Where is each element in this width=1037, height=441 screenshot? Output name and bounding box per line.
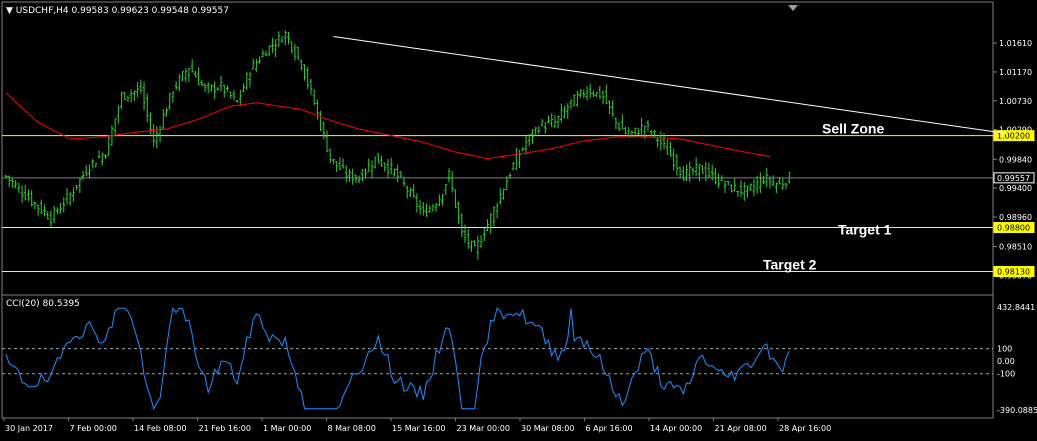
candle-series (4, 30, 791, 260)
time-tick-label: 23 Mar 00:00 (457, 424, 510, 433)
chart-svg: 1.016101.011701.007301.002900.998400.994… (1, 1, 1037, 433)
annotation-t2: Target 2 (763, 256, 817, 272)
time-tick-label: 30 Jan 2017 (5, 424, 53, 433)
annotation-sell: Sell Zone (822, 121, 884, 137)
ohlc-values: 0.99583 0.99623 0.99548 0.99557 (71, 6, 229, 16)
symbol-header[interactable]: ▼ USDCHF,H4 0.99583 0.99623 0.99548 0.99… (6, 6, 229, 16)
time-tick-label: 28 Apr 16:00 (779, 424, 831, 433)
time-axis: 30 Jan 2017 7 Feb 00:00 14 Feb 08:00 21 Feb… (3, 418, 831, 433)
price-tick-label: 1.00730 (999, 97, 1032, 106)
price-axis: 1.016101.011701.007301.002900.998400.994… (993, 39, 1032, 280)
level-price-label: 0.99557 (997, 174, 1030, 183)
chart-shift-marker-icon[interactable] (788, 5, 798, 11)
price-tick-label: 0.98510 (999, 243, 1032, 252)
time-tick-label: 8 Mar 08:00 (328, 424, 376, 433)
level-price-label: 0.98800 (997, 224, 1030, 233)
cci-panel-plot: 432.8441 100 0.00 -100 -390.0885 (2, 303, 1037, 415)
time-tick-label: 14 Apr 00:00 (650, 424, 702, 433)
price-tick-label: 1.01170 (999, 68, 1032, 77)
level-price-label: 0.98130 (997, 267, 1030, 276)
triangle-down-icon[interactable]: ▼ (6, 6, 13, 16)
time-tick-label: 7 Feb 00:00 (70, 424, 117, 433)
ma-polyline (5, 92, 771, 160)
symbol-label: USDCHF,H4 (15, 6, 69, 16)
price-tick-label: 0.98960 (999, 213, 1032, 222)
annotation-t1: Target 1 (838, 222, 892, 238)
cci-tick-label: -390.0885 (997, 406, 1037, 415)
moving-average-line (5, 92, 771, 160)
price-tick-label: 0.99840 (999, 155, 1032, 164)
trendline-segment[interactable] (333, 36, 1008, 135)
time-tick-label: 1 Mar 00:00 (263, 424, 311, 433)
time-tick-label: 14 Feb 08:00 (134, 424, 186, 433)
highlighted-levels: 1.002000.995570.988000.98130 (2, 130, 1035, 277)
price-tick-label: 1.01610 (999, 39, 1032, 48)
cci-polyline (5, 307, 790, 411)
cci-tick-label: 0.00 (997, 357, 1015, 366)
time-tick-label: 15 Mar 16:00 (392, 424, 445, 433)
cci-tick-label: 432.8441 (997, 303, 1035, 312)
time-tick-label: 30 Mar 08:00 (521, 424, 574, 433)
time-tick-label: 21 Feb 16:00 (199, 424, 251, 433)
price-tick-label: 0.99400 (999, 184, 1032, 193)
annotations: Sell Zone Target 1 Target 2 (763, 121, 892, 273)
time-tick-label: 6 Apr 16:00 (586, 424, 633, 433)
cci-tick-label: -100 (997, 370, 1015, 379)
time-tick-label: 21 Apr 08:00 (715, 424, 767, 433)
cci-tick-label: 100 (997, 345, 1012, 354)
trendline[interactable] (333, 36, 1008, 135)
cci-indicator-label: CCI(20) 80.5395 (6, 299, 80, 309)
